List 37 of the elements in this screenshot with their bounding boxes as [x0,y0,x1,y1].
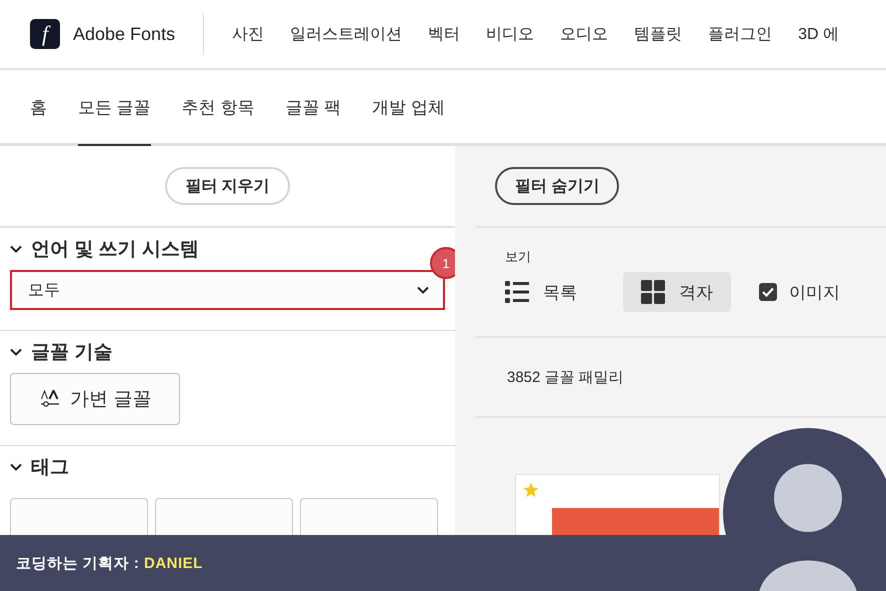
nav-link[interactable]: 플러그인 [708,24,772,44]
section-title[interactable]: 태그 [31,454,69,480]
checkbox-label[interactable]: 이미지 [789,280,840,304]
nav-link[interactable]: 템플릿 [634,24,682,44]
tag-card[interactable] [155,498,293,535]
annotation-badge: 1 [430,247,455,279]
font-card[interactable] [515,474,720,535]
image-checkbox[interactable] [759,283,777,301]
variable-font-icon [41,390,59,408]
nav-link[interactable]: 비디오 [486,24,534,44]
list-icon [505,281,529,303]
view-label: 보기 [505,248,532,266]
nav-link[interactable]: 벡터 [428,24,460,44]
section-title[interactable]: 언어 및 쓰기 시스템 [31,236,199,262]
list-view-button[interactable]: 목록 [487,272,595,312]
grid-icon [641,280,665,304]
tab[interactable]: 추천 항목 [182,70,254,146]
tab[interactable]: 홈 [30,70,47,146]
grid-view-button[interactable]: 격자 [623,272,731,312]
tab[interactable]: 글꼴 팩 [285,70,342,146]
clear-filters-button[interactable]: 필터 지우기 [165,167,290,205]
brand-name[interactable]: Adobe Fonts [73,24,176,44]
nav-link[interactable]: 일러스트레이션 [290,24,402,44]
tag-card[interactable] [10,498,148,535]
logo-icon[interactable]: f [30,19,60,49]
tab[interactable]: 개발 업체 [372,70,445,146]
nav-link[interactable]: 오디오 [560,24,608,44]
section-title[interactable]: 글꼴 기술 [31,339,112,365]
nav-link[interactable]: 3D 에 [798,24,839,44]
banner-text: 코딩하는 기획자 : DANIEL [16,554,203,572]
hide-filters-button[interactable]: 필터 숨기기 [495,167,620,205]
language-dropdown[interactable]: 모두 [10,270,445,310]
chevron-icon [417,286,429,294]
tag-card[interactable] [300,498,438,535]
result-count: 3852 글꼴 패밀리 [507,368,624,386]
variable-font-button[interactable]: 가변 글꼴 [10,373,180,425]
nav-link[interactable]: 사진 [232,24,264,44]
